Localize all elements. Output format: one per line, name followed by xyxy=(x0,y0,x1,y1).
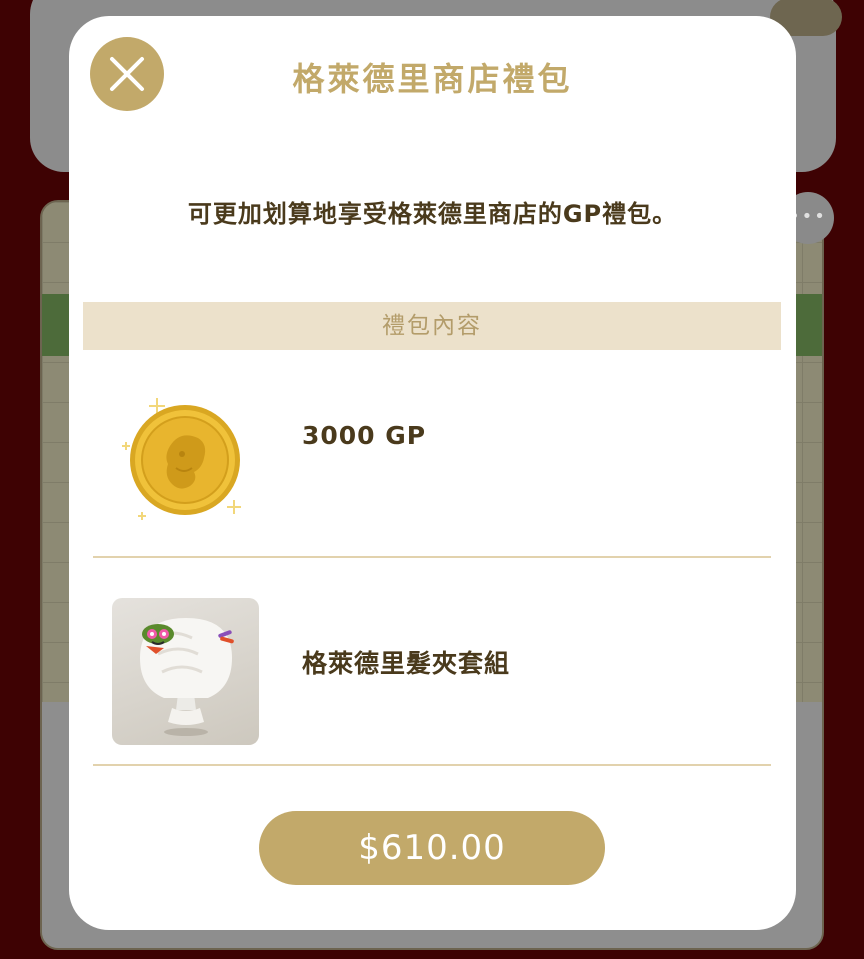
bundle-contents-header: 禮包內容 xyxy=(83,302,781,350)
hair-clip-set-icon xyxy=(112,598,259,745)
bundle-item: 格萊德里髮夾套組 xyxy=(93,558,771,766)
bundle-item-label: 格萊德里髮夾套組 xyxy=(302,649,511,678)
bundle-modal: 格萊德里商店禮包 可更加划算地享受格萊德里商店的GP禮包。 禮包內容 3000 … xyxy=(69,16,796,930)
modal-title: 格萊德里商店禮包 xyxy=(292,60,573,98)
bundle-item: 3000 GP xyxy=(93,350,771,558)
purchase-button[interactable]: $610.00 xyxy=(259,811,605,885)
gold-coin-icon xyxy=(112,380,259,527)
modal-description: 可更加划算地享受格萊德里商店的GP禮包。 xyxy=(187,200,678,228)
bundle-item-label: 3000 GP xyxy=(302,421,427,450)
